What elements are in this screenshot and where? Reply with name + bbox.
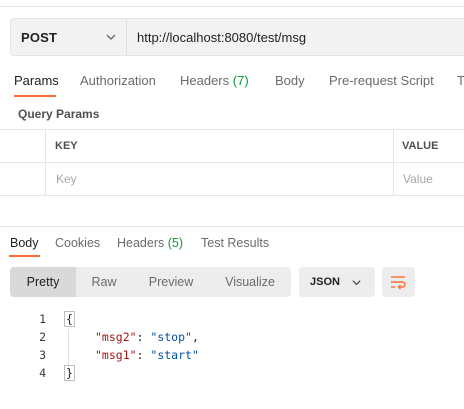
wrap-lines-button[interactable]: [382, 267, 415, 297]
view-visualize-button[interactable]: Visualize: [210, 267, 290, 297]
table-top-border: [0, 129, 464, 130]
query-params-title: Query Params: [18, 107, 100, 121]
response-tab-headers[interactable]: Headers (5): [117, 236, 183, 250]
response-divider: [0, 226, 464, 227]
response-tab-cookies[interactable]: Cookies: [55, 236, 100, 250]
tab-tests[interactable]: T: [457, 73, 464, 88]
view-raw-button[interactable]: Raw: [76, 267, 132, 297]
value-column-header: VALUE: [402, 140, 439, 152]
table-col-divider: [45, 129, 46, 195]
line-number: 2: [39, 330, 46, 344]
response-tab-body[interactable]: Body: [10, 236, 39, 250]
matched-brace: }: [64, 365, 75, 381]
tab-pre-request-script[interactable]: Pre-request Script: [329, 73, 434, 88]
url-input[interactable]: http://localhost:8080/test/msg: [137, 30, 306, 45]
format-select[interactable]: JSON: [299, 267, 375, 297]
method-label: POST: [21, 30, 58, 45]
response-tab-headers-label: Headers: [117, 236, 165, 250]
json-separator: :: [136, 348, 151, 362]
view-mode-group: Pretty Raw Preview Visualize: [10, 267, 291, 297]
tab-headers-label: Headers: [180, 73, 230, 88]
line-number: 3: [39, 348, 46, 362]
table-header-border: [0, 162, 464, 163]
method-select[interactable]: POST: [11, 19, 127, 55]
json-line: "msg2": "stop",: [95, 330, 199, 344]
top-divider: [0, 6, 464, 7]
chevron-down-icon: [352, 280, 361, 286]
json-key: "msg1": [95, 348, 137, 362]
chevron-down-icon: [106, 34, 116, 40]
tab-params[interactable]: Params: [14, 73, 59, 88]
view-preview-button[interactable]: Preview: [132, 267, 210, 297]
response-tab-headers-count: (5): [167, 236, 184, 250]
active-tab-indicator: [14, 95, 56, 97]
value-input[interactable]: Value: [403, 172, 433, 186]
json-separator: :: [136, 330, 151, 344]
tab-headers-count: (7): [232, 73, 249, 88]
format-label: JSON: [310, 276, 340, 288]
key-column-header: KEY: [55, 140, 78, 152]
table-bottom-border: [0, 195, 464, 196]
line-number: 1: [39, 312, 46, 326]
json-value: "stop": [150, 330, 192, 344]
view-pretty-button[interactable]: Pretty: [10, 267, 76, 297]
tab-authorization[interactable]: Authorization: [80, 73, 156, 88]
line-number: 4: [39, 366, 46, 380]
tab-body[interactable]: Body: [275, 73, 305, 88]
wrap-lines-icon: [391, 276, 406, 290]
tab-headers[interactable]: Headers (7): [180, 73, 249, 88]
json-value: "start": [150, 348, 199, 362]
json-key: "msg2": [95, 330, 137, 344]
json-close-brace: }: [64, 365, 75, 381]
key-input[interactable]: Key: [56, 172, 77, 186]
json-trailing: ,: [191, 330, 199, 344]
table-col-divider: [393, 129, 394, 195]
json-open-brace: {: [64, 311, 75, 327]
request-bar: POST http://localhost:8080/test/msg: [10, 18, 464, 56]
response-active-tab-indicator: [9, 255, 40, 257]
response-tab-test-results[interactable]: Test Results: [201, 236, 269, 250]
matched-brace: {: [64, 311, 75, 327]
json-line: "msg1": "start": [95, 348, 199, 362]
indent-guide: [68, 329, 69, 367]
